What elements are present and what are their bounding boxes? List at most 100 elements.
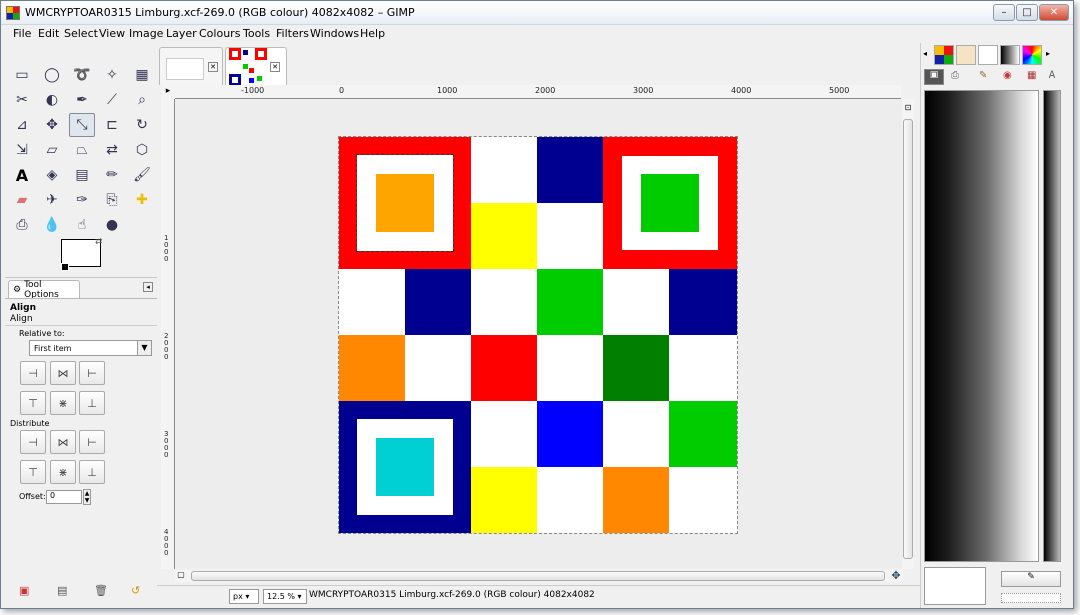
distribute-middle-button[interactable]: ⋇ — [50, 460, 76, 484]
image-tab-2[interactable]: ✕ — [225, 47, 287, 86]
image-tab-1[interactable]: ✕ — [159, 47, 223, 85]
zoom-icon[interactable]: ⌕ — [129, 88, 155, 112]
save-options-icon[interactable]: ▣ — [19, 584, 29, 597]
fonts-icon[interactable]: Ꭺ — [1049, 70, 1056, 81]
relative-to-select[interactable]: First item ▼ — [29, 340, 152, 356]
tab-brushes[interactable] — [956, 45, 976, 65]
gradient-list[interactable] — [1043, 90, 1061, 562]
align-icon[interactable]: ⤡ — [69, 113, 95, 137]
rotate-icon[interactable]: ↻ — [129, 113, 155, 137]
distribute-left-button[interactable]: ⊣ — [20, 430, 46, 454]
default-colours-icon[interactable] — [61, 263, 69, 271]
paintbrush-icon[interactable]: 🖌 — [129, 163, 155, 187]
distribute-top-button[interactable]: ⊤ — [20, 460, 46, 484]
printer-icon[interactable]: ⎙ — [951, 70, 959, 81]
clone-icon[interactable]: ⎘ — [99, 188, 125, 212]
menu-colours[interactable]: Colours — [199, 27, 240, 40]
cage-transform-icon[interactable]: ⬡ — [129, 138, 155, 162]
delete-options-icon[interactable]: 🗑 — [94, 584, 108, 597]
scissors-icon[interactable]: ✂ — [9, 88, 35, 112]
vertical-scrollbar[interactable]: ⊡ — [902, 99, 914, 569]
flip-icon[interactable]: ⇄ — [99, 138, 125, 162]
heal-icon[interactable]: ✚ — [129, 188, 155, 212]
bucket-fill-icon[interactable]: ◈ — [39, 163, 65, 187]
align-left-edge-button[interactable]: ⊣ — [20, 361, 46, 385]
distribute-right-button[interactable]: ⊢ — [79, 430, 105, 454]
ink-icon[interactable]: ✑ — [69, 188, 95, 212]
blur-icon[interactable]: 💧 — [39, 213, 65, 237]
toggle-quick-mask-icon[interactable]: ▢ — [175, 570, 187, 582]
menu-filters[interactable]: Filters — [276, 27, 309, 40]
airbrush-icon[interactable]: ✈ — [39, 188, 65, 212]
align-center-horizontal-button[interactable]: ⋈ — [50, 361, 76, 385]
minimize-button[interactable]: – — [993, 4, 1015, 21]
align-middle-vertical-button[interactable]: ⋇ — [50, 391, 76, 415]
menu-windows[interactable]: Windows — [310, 27, 359, 40]
tab-palettes[interactable] — [1022, 45, 1042, 65]
crop-icon[interactable]: ⊏ — [99, 113, 125, 137]
horizontal-scrollbar[interactable]: ▢ ✥ — [175, 570, 903, 582]
images-view-icon[interactable]: ▣ — [924, 69, 944, 85]
menu-tools[interactable]: Tools — [243, 27, 270, 40]
dock-scroll-right-icon[interactable]: ▸ — [1046, 49, 1050, 58]
paths-icon[interactable]: ✒ — [69, 88, 95, 112]
zoom-image-icon[interactable]: ⊡ — [903, 103, 913, 113]
brush-icon[interactable]: ✎ — [979, 70, 987, 81]
pencil-icon[interactable]: ✏ — [99, 163, 125, 187]
close-tab-icon[interactable]: ✕ — [208, 62, 218, 72]
fg-bg-colour-selector[interactable]: ⇄ — [61, 237, 107, 273]
maximize-button[interactable]: □ — [1016, 4, 1038, 21]
shear-icon[interactable]: ▱ — [39, 138, 65, 162]
ellipse-select-icon[interactable]: ◯ — [39, 63, 65, 87]
horizontal-ruler[interactable]: -1000 0 1000 2000 3000 4000 5000 — [175, 85, 901, 99]
free-select-icon[interactable]: ➰ — [69, 63, 95, 87]
text-icon[interactable]: A — [9, 163, 35, 187]
close-tab-icon[interactable]: ✕ — [270, 62, 280, 72]
edit-button[interactable]: ✎ — [1001, 571, 1061, 587]
dodge-burn-icon[interactable]: ● — [99, 213, 125, 237]
blend-icon[interactable]: ▤ — [69, 163, 95, 187]
image-content[interactable] — [338, 136, 738, 534]
close-button[interactable]: ✕ — [1039, 4, 1069, 21]
quick-mask-menu-icon[interactable]: ▸ — [161, 85, 175, 99]
distribute-center-button[interactable]: ⋈ — [50, 430, 76, 454]
perspective-icon[interactable]: ⏢ — [69, 138, 95, 162]
menu-help[interactable]: Help — [360, 27, 385, 40]
restore-options-icon[interactable]: ▤ — [57, 584, 67, 597]
brush-preview[interactable] — [924, 567, 986, 605]
perspective-clone-icon[interactable]: ⎙ — [9, 213, 35, 237]
foreground-select-icon[interactable]: ◐ — [39, 88, 65, 112]
smudge-icon[interactable]: ☝ — [69, 213, 95, 237]
menu-layer[interactable]: Layer — [166, 27, 197, 40]
reset-options-icon[interactable]: ↺ — [131, 584, 140, 597]
menu-view[interactable]: View — [99, 27, 125, 40]
colour-select-icon[interactable]: ▦ — [129, 63, 155, 87]
offset-spinner[interactable]: ▲ ▼ — [83, 489, 91, 505]
gradient-preview[interactable] — [924, 90, 1039, 562]
eraser-icon[interactable]: ▰ — [9, 188, 35, 212]
menu-image[interactable]: Image — [129, 27, 163, 40]
zoom-select[interactable]: 12.5 % ▾ — [263, 589, 307, 604]
unit-select[interactable]: px ▾ — [229, 589, 259, 604]
align-right-edge-button[interactable]: ⊢ — [79, 361, 105, 385]
pattern-icon[interactable]: ▦ — [1027, 70, 1036, 81]
align-top-edge-button[interactable]: ⊤ — [20, 391, 46, 415]
brush-strip[interactable] — [1001, 593, 1061, 603]
offset-input[interactable]: 0 — [46, 490, 82, 504]
vertical-ruler[interactable]: 1000 2000 3000 4000 — [161, 99, 175, 569]
align-bottom-edge-button[interactable]: ⊥ — [79, 391, 105, 415]
vertical-scroll-thumb[interactable] — [903, 119, 913, 559]
move-icon[interactable]: ✥ — [39, 113, 65, 137]
scale-icon[interactable]: ⇲ — [9, 138, 35, 162]
tab-gradients[interactable] — [1000, 45, 1020, 65]
colour-picker-icon[interactable]: ⟋ — [99, 88, 125, 112]
tab-tool-options[interactable]: ⚙ Tool Options — [8, 280, 80, 300]
tab-layers[interactable] — [934, 45, 954, 65]
measure-icon[interactable]: ⊿ — [9, 113, 35, 137]
rect-select-icon[interactable]: ▭ — [9, 63, 35, 87]
navigate-icon[interactable]: ✥ — [889, 570, 903, 582]
menu-file[interactable]: File — [13, 27, 31, 40]
panel-menu-icon[interactable]: ◂ — [143, 282, 153, 292]
tab-paths[interactable] — [978, 45, 998, 65]
horizontal-scroll-thumb[interactable] — [191, 571, 885, 581]
